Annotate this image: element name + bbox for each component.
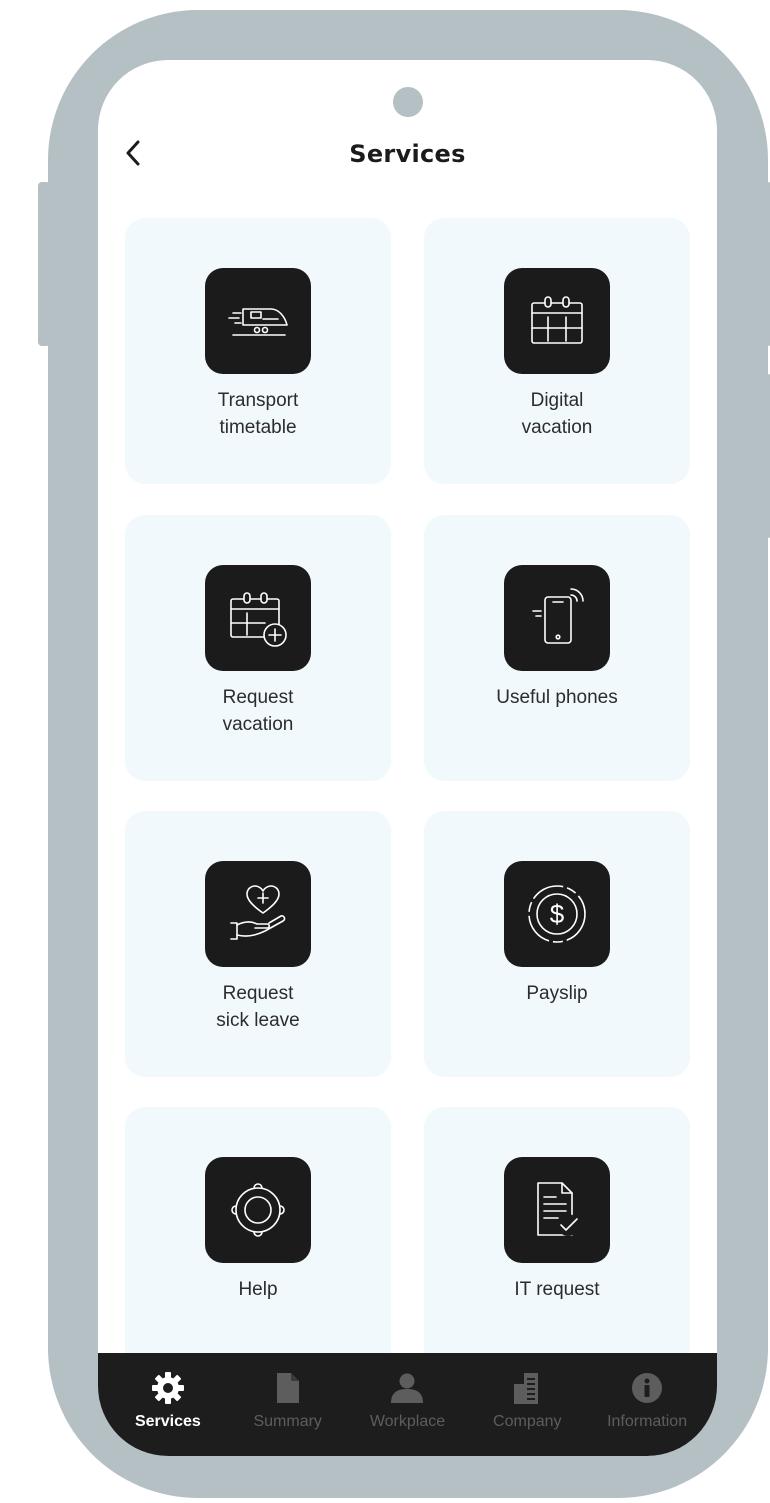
tab-company[interactable]: Company bbox=[467, 1353, 587, 1456]
service-label: Payslip bbox=[526, 983, 588, 1004]
building-icon bbox=[510, 1371, 544, 1405]
service-tile-transport-timetable[interactable]: Transport timetable bbox=[125, 218, 391, 484]
service-label: Useful phones bbox=[496, 687, 618, 708]
volume-button bbox=[38, 182, 50, 346]
service-label: Digital vacation bbox=[521, 390, 593, 438]
svg-text:$: $ bbox=[550, 899, 565, 929]
service-label: Transport timetable bbox=[217, 390, 299, 438]
service-tile-payslip[interactable]: $ Payslip bbox=[424, 811, 690, 1077]
tab-summary[interactable]: Summary bbox=[228, 1353, 348, 1456]
document-check-icon bbox=[504, 1157, 610, 1263]
service-label: Request sick leave bbox=[216, 983, 300, 1031]
service-label: Help bbox=[238, 1279, 278, 1300]
tab-services[interactable]: Services bbox=[108, 1353, 228, 1456]
train-icon bbox=[205, 268, 311, 374]
dollar-coin-icon: $ bbox=[504, 861, 610, 967]
service-tile-request-sick-leave[interactable]: Request sick leave bbox=[125, 811, 391, 1077]
service-tile-digital-vacation[interactable]: Digital vacation bbox=[424, 218, 690, 484]
tab-label: Information bbox=[607, 1413, 688, 1430]
app-screen: Services Transport timetable Digital vac… bbox=[98, 60, 717, 1456]
gear-icon bbox=[151, 1371, 185, 1405]
service-tile-it-request[interactable]: IT request bbox=[424, 1107, 690, 1373]
tab-label: Services bbox=[134, 1413, 201, 1430]
side-button-upper bbox=[764, 182, 770, 346]
service-tile-help[interactable]: Help bbox=[125, 1107, 391, 1373]
tab-bar: Services Summary Workplace Company Infor… bbox=[98, 1353, 717, 1456]
heart-hand-icon bbox=[205, 861, 311, 967]
lifebuoy-icon bbox=[205, 1157, 311, 1263]
front-camera bbox=[393, 87, 423, 117]
page-title: Services bbox=[349, 140, 466, 168]
mobile-phone-icon bbox=[504, 565, 610, 671]
calendar-icon bbox=[504, 268, 610, 374]
tab-workplace[interactable]: Workplace bbox=[348, 1353, 468, 1456]
service-tile-request-vacation[interactable]: Request vacation bbox=[125, 515, 391, 781]
document-icon bbox=[271, 1371, 305, 1405]
service-tile-useful-phones[interactable]: Useful phones bbox=[424, 515, 690, 781]
tab-information[interactable]: Information bbox=[587, 1353, 707, 1456]
calendar-add-icon bbox=[205, 565, 311, 671]
tab-label: Workplace bbox=[369, 1413, 446, 1430]
tab-label: Summary bbox=[253, 1413, 322, 1430]
tab-label: Company bbox=[493, 1413, 562, 1430]
side-button-lower bbox=[764, 374, 770, 538]
info-icon bbox=[630, 1371, 664, 1405]
service-label: Request vacation bbox=[222, 687, 294, 735]
service-label: IT request bbox=[514, 1279, 600, 1300]
user-icon bbox=[390, 1371, 424, 1405]
